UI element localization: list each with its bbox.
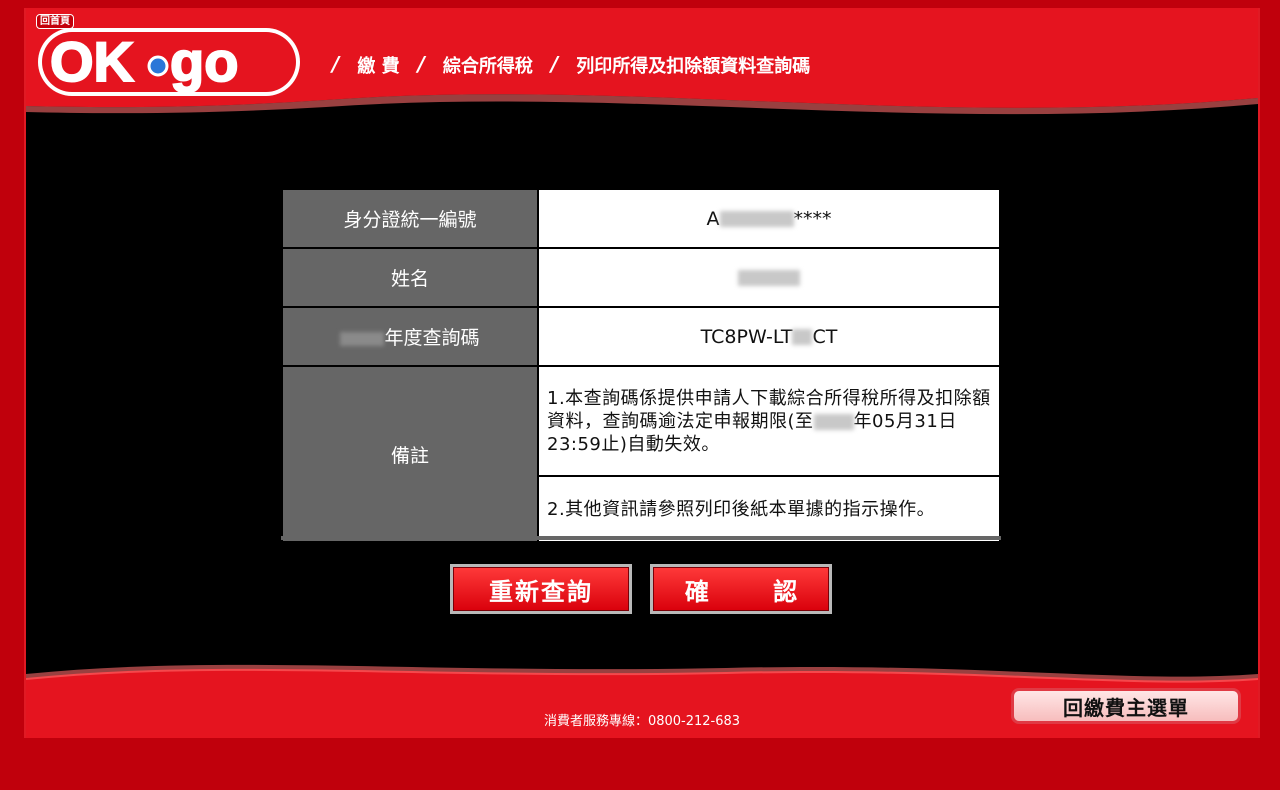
table-row-name: 姓名	[281, 247, 1001, 308]
main-menu-button[interactable]: 回繳費主選單	[1011, 688, 1241, 724]
notes-label: 備註	[281, 365, 539, 543]
query-code-value: TC8PW-LT CT	[537, 306, 1001, 367]
name-value	[537, 247, 1001, 308]
kiosk-frame: 回首頁 OK go / 繳 費 / 綜合所得稅 / 列印所得及扣除額資料查詢碼 …	[0, 0, 1280, 790]
table-row-note-1: 備註 1.本查詢碼係提供申請人下載綜合所得稅所得及扣除額資料，查詢碼逾法定申報期…	[281, 365, 1001, 543]
breadcrumb-item-payment: 繳 費	[357, 56, 400, 77]
okgo-logo[interactable]: OK go	[36, 26, 302, 98]
breadcrumb-item-print-code: 列印所得及扣除額資料查詢碼	[576, 56, 811, 77]
redacted-deadline-year	[813, 413, 854, 430]
redacted-name	[738, 270, 800, 286]
retry-query-button[interactable]: 重新查詢	[450, 564, 632, 614]
redacted-code	[792, 329, 813, 345]
table-row-id: 身分證統一編號 A ****	[281, 188, 1001, 249]
query-code-label-text: 年度查詢碼	[384, 327, 480, 349]
id-prefix: A	[706, 207, 720, 230]
svg-text:go: go	[170, 30, 238, 93]
kiosk-screen: 回首頁 OK go / 繳 費 / 綜合所得稅 / 列印所得及扣除額資料查詢碼 …	[24, 8, 1260, 738]
query-code-prefix: TC8PW-LT	[700, 325, 793, 348]
table-row-query-code: 年度查詢碼 TC8PW-LT CT	[281, 306, 1001, 367]
breadcrumb-item-income-tax: 綜合所得稅	[442, 56, 533, 77]
id-suffix: ****	[793, 207, 832, 230]
id-value: A ****	[537, 188, 1001, 249]
query-code-suffix: CT	[812, 325, 838, 348]
breadcrumb: / 繳 費 / 綜合所得稅 / 列印所得及扣除額資料查詢碼	[314, 52, 810, 78]
table-bottom-bar	[281, 536, 1001, 540]
svg-text:OK: OK	[50, 30, 134, 93]
breadcrumb-separator: /	[550, 52, 559, 76]
note-2: 2.其他資訊請參照列印後紙本單據的指示操作。	[537, 475, 1001, 543]
redacted-id	[719, 211, 794, 227]
query-code-label: 年度查詢碼	[281, 306, 539, 367]
confirm-button[interactable]: 確 認	[650, 564, 832, 614]
query-code-table: 身分證統一編號 A **** 姓名 年度查詢碼 TC8PW-LT CT 備註 1.本…	[281, 188, 1001, 543]
note-1: 1.本查詢碼係提供申請人下載綜合所得稅所得及扣除額資料，查詢碼逾法定申報期限(至…	[537, 365, 1001, 477]
breadcrumb-separator: /	[417, 52, 425, 76]
id-label: 身分證統一編號	[281, 188, 539, 249]
name-label: 姓名	[281, 247, 539, 308]
breadcrumb-separator: /	[332, 52, 340, 76]
redacted-year	[340, 331, 385, 346]
